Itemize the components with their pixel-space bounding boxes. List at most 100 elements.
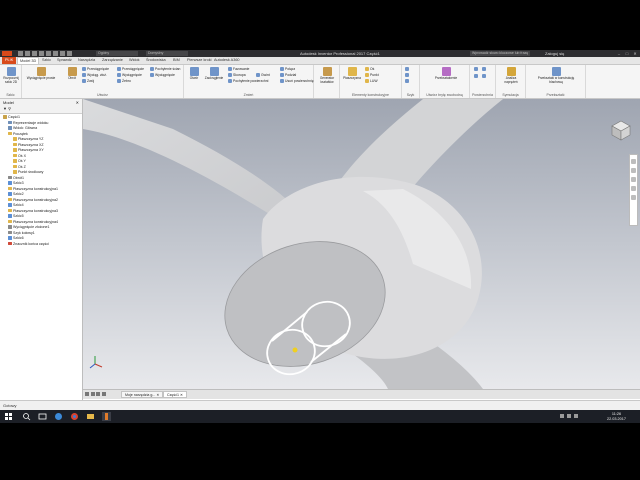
search-icon[interactable] [22, 412, 31, 421]
viewcube-icon[interactable] [610, 119, 632, 141]
open-icon[interactable] [25, 51, 30, 56]
tree-node[interactable]: Znacznik końca części [0, 242, 82, 248]
graphics-viewport[interactable] [83, 99, 640, 389]
help-search-input[interactable]: Wprowadź słowo kluczowe lub frazę [470, 51, 530, 56]
steering-wheel-icon[interactable] [631, 159, 636, 164]
sweep-button[interactable]: Przeciągnięcie [82, 67, 109, 72]
new-icon[interactable] [18, 51, 23, 56]
update-icon[interactable] [67, 51, 72, 56]
task-view-icon[interactable] [38, 412, 47, 421]
filter-icon[interactable]: ▼ [3, 106, 7, 111]
minimize-button[interactable]: – [616, 51, 622, 56]
shell-button[interactable]: Skorupa [228, 73, 246, 78]
delete-face-button[interactable]: Usuń powierzchnię [280, 79, 314, 84]
face-draft-button[interactable]: Pochylenie ścian [150, 67, 180, 72]
volume-icon[interactable] [567, 414, 571, 418]
panel-create-title[interactable]: Utwórz [22, 93, 183, 97]
language-icon[interactable] [574, 414, 578, 418]
tab-file[interactable]: PLIK [2, 57, 17, 64]
find-icon[interactable]: ⚲ [8, 106, 11, 111]
doctab-close-icon[interactable]: ✕ [156, 393, 159, 397]
tab-get-started[interactable]: Pierwsze kroki [187, 57, 211, 64]
thicken-button[interactable] [474, 67, 479, 72]
appearance-select[interactable]: Domyślny [146, 51, 188, 56]
hole-button[interactable]: Otwór [187, 67, 201, 81]
undo-icon[interactable] [39, 51, 44, 56]
mirror-button[interactable] [405, 79, 410, 84]
thread-button[interactable]: Gwint [256, 73, 270, 78]
start-2d-sketch-button[interactable]: Rozpocznij szkic 2D [2, 67, 20, 84]
doctab-part1[interactable]: Część1 ✕ [163, 391, 187, 398]
tab-sketch[interactable]: Szkic [42, 57, 51, 64]
windows-start-icon[interactable] [4, 412, 13, 421]
derive-button[interactable]: Wyciągnięcie [117, 73, 142, 78]
tab-environments[interactable]: Środowiska [146, 57, 166, 64]
coil-button[interactable]: Zwój [82, 79, 94, 84]
browser-tools: ▼ ⚲ [3, 106, 11, 111]
plane-button[interactable]: Płaszczyzna [342, 67, 362, 81]
loft-button[interactable]: Wyciąg. złoż. [82, 73, 107, 78]
rib-button[interactable]: Żebro [117, 79, 131, 84]
network-icon[interactable] [560, 414, 564, 418]
arrange-icon[interactable] [96, 392, 100, 396]
chamfer-button[interactable]: Fazowanie [228, 67, 249, 72]
tab-tools[interactable]: Narzędzia [78, 57, 95, 64]
pan-icon[interactable] [631, 168, 636, 173]
inventor-taskbar-icon[interactable] [102, 412, 111, 421]
save-icon[interactable] [32, 51, 37, 56]
maximize-button[interactable]: □ [624, 51, 630, 56]
tile-icon[interactable] [85, 392, 89, 396]
axis-button[interactable]: Oś [365, 67, 374, 72]
combine-button[interactable]: Połącz [280, 67, 295, 72]
pattern-button[interactable] [405, 67, 410, 72]
orbit-icon[interactable] [631, 186, 636, 191]
material-select[interactable]: Ogólny [96, 51, 138, 56]
look-at-icon[interactable] [631, 195, 636, 200]
import-button[interactable]: Wyciągnięcie [150, 73, 175, 78]
panel-modify-title[interactable]: Zmień [184, 93, 313, 97]
stress-analysis-button[interactable]: Analiza naprężeń [499, 67, 523, 84]
circular-pattern-button[interactable] [405, 73, 410, 78]
revolve-button[interactable]: Obrót [65, 67, 79, 81]
taskbar-clock[interactable]: 11:26 22.03.2017 [607, 412, 626, 421]
file-explorer-icon[interactable] [86, 412, 95, 421]
inventor-app-button[interactable] [2, 51, 12, 56]
browser-title[interactable]: Model [3, 100, 14, 105]
sculpt-button[interactable] [482, 74, 487, 79]
tab-model-3d[interactable]: Model 3D [17, 57, 40, 64]
switch-icon[interactable] [101, 392, 106, 396]
extrude-button[interactable]: Wyciągnięcie proste [26, 67, 56, 81]
tree-node-label: Obrót1 [13, 175, 24, 180]
tab-inspect[interactable]: Sprawdź [57, 57, 72, 64]
home-icon[interactable] [53, 51, 58, 56]
tab-view[interactable]: Widok [129, 57, 140, 64]
edge-icon[interactable] [54, 412, 63, 421]
draft-button[interactable]: Pochylenie powierzchni [228, 79, 268, 84]
doctab-close-icon[interactable]: ✕ [180, 393, 183, 397]
emboss-button[interactable]: Przeciągnięcie [117, 67, 144, 72]
fillet-button[interactable]: Zaokrąglenie [202, 67, 226, 81]
chrome-icon[interactable] [70, 412, 79, 421]
stitch-button[interactable] [482, 67, 487, 72]
doctab-my-tools[interactable]: Moje narzędzia g... ✕ [121, 391, 164, 398]
tab-bim[interactable]: BIM [173, 57, 180, 64]
ucs-button[interactable]: LUW [365, 79, 378, 84]
shape-generator-label: Generator kształtów [319, 76, 335, 84]
tab-a360[interactable]: Autodesk A360 [214, 57, 240, 64]
split-button[interactable]: Podział [280, 73, 296, 78]
redo-icon[interactable] [46, 51, 51, 56]
zoom-icon[interactable] [631, 177, 636, 182]
browser-close-icon[interactable]: ✕ [76, 100, 79, 105]
patch-button[interactable] [474, 74, 479, 79]
select-icon[interactable] [60, 51, 65, 56]
close-button[interactable]: ✕ [632, 51, 638, 56]
convert-freeform-button[interactable]: Przekształcenie [434, 67, 458, 81]
tab-manage[interactable]: Zarządzanie [102, 57, 123, 64]
part-model[interactable] [83, 99, 640, 389]
center-point[interactable] [292, 347, 298, 353]
cascade-icon[interactable] [90, 392, 95, 396]
convert-sheet-metal-button[interactable]: Przekształć w konstrukcję blachową [532, 67, 580, 84]
point-button[interactable]: Punkt [365, 73, 379, 78]
sign-in-link[interactable]: Zaloguj się [545, 51, 564, 56]
shape-generator-button[interactable]: Generator kształtów [316, 67, 338, 84]
